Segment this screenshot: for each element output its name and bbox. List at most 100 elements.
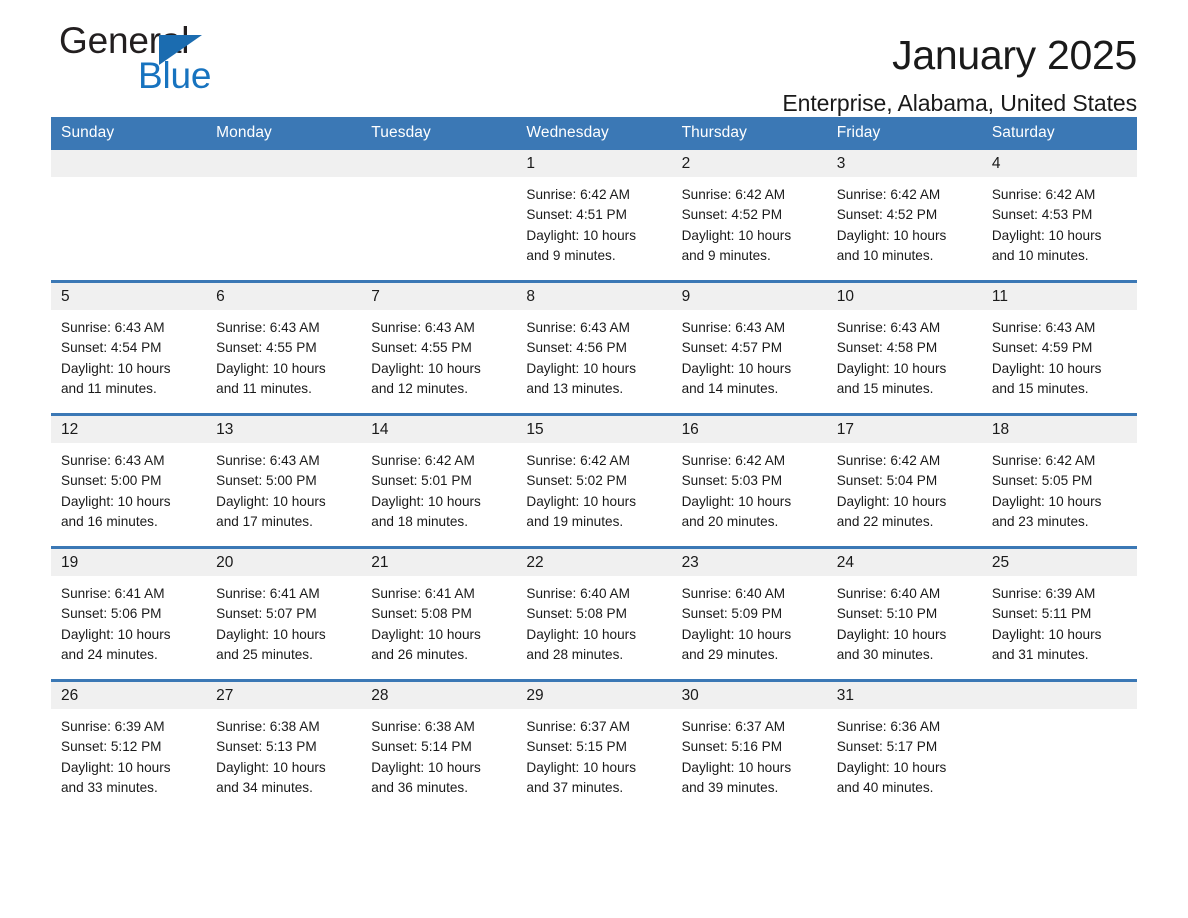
calendar-day-cell[interactable]: 21 Sunrise: 6:41 AM Sunset: 5:08 PM Dayligh…: [361, 546, 517, 681]
daylight-text-line1: Daylight: 10 hours: [836, 759, 947, 775]
calendar-day-cell[interactable]: 19 Sunrise: 6:41 AM Sunset: 5:06 PM Dayligh…: [51, 546, 207, 681]
general-blue-logo[interactable]: General Blue: [59, 22, 319, 108]
calendar-day-cell[interactable]: 12 Sunrise: 6:43 AM Sunset: 5:00 PM Dayligh…: [51, 413, 207, 548]
day-cell-inner: 24 Sunrise: 6:40 AM Sunset: 5:10 PM Dayligh…: [826, 549, 982, 679]
calendar-day-cell[interactable]: 9 Sunrise: 6:43 AM Sunset: 4:57 PM Daylight…: [671, 280, 827, 415]
calendar-day-cell[interactable]: 23 Sunrise: 6:40 AM Sunset: 5:09 PM Dayligh…: [671, 546, 827, 681]
day-number: 17: [826, 416, 982, 443]
calendar-day-cell[interactable]: 17 Sunrise: 6:42 AM Sunset: 5:04 PM Dayligh…: [826, 413, 982, 548]
daylight-text-line2: and 9 minutes.: [526, 247, 616, 263]
sunrise-text: Sunrise: 6:42 AM: [681, 453, 786, 468]
day-number: 2: [671, 150, 827, 177]
day-details: Sunrise: 6:43 AM Sunset: 5:00 PM Daylight:…: [51, 443, 206, 532]
sunrise-text: Sunrise: 6:43 AM: [991, 320, 1096, 335]
daylight-text-line1: Daylight: 10 hours: [216, 493, 326, 509]
calendar-day-cell[interactable]: 22 Sunrise: 6:40 AM Sunset: 5:08 PM Dayligh…: [516, 546, 672, 681]
calendar-day-cell[interactable]: 10 Sunrise: 6:43 AM Sunset: 4:58 PM Dayligh…: [826, 280, 982, 415]
calendar-day-cell[interactable]: 18 Sunrise: 6:42 AM Sunset: 5:05 PM Dayligh…: [981, 413, 1137, 548]
sunrise-text: Sunrise: 6:42 AM: [526, 453, 630, 468]
day-details: Sunrise: 6:40 AM Sunset: 5:10 PM Daylight:…: [827, 576, 982, 665]
sunset-text: Sunset: 4:56 PM: [526, 340, 627, 356]
sunset-text: Sunset: 4:53 PM: [991, 207, 1093, 223]
calendar-day-cell[interactable]: 28 Sunrise: 6:38 AM Sunset: 5:14 PM Dayligh…: [361, 679, 517, 812]
sunset-text: Sunset: 5:15 PM: [526, 739, 627, 755]
daylight-text-line1: Daylight: 10 hours: [216, 626, 326, 642]
day-number: 3: [826, 150, 982, 177]
calendar-day-cell[interactable]: 14 Sunrise: 6:42 AM Sunset: 5:01 PM Dayligh…: [361, 413, 517, 548]
day-number: 31: [826, 682, 982, 709]
day-number: 27: [206, 682, 362, 709]
day-cell-inner: 15 Sunrise: 6:42 AM Sunset: 5:02 PM Dayligh…: [516, 416, 672, 546]
day-cell-inner: 12 Sunrise: 6:43 AM Sunset: 5:00 PM Dayligh…: [51, 416, 207, 546]
calendar-day-cell[interactable]: 1 Sunrise: 6:42 AM Sunset: 4:51 PM Daylight…: [516, 150, 672, 282]
day-number: 16: [671, 416, 827, 443]
day-details: Sunrise: 6:42 AM Sunset: 5:03 PM Daylight:…: [672, 443, 827, 532]
sunrise-text: Sunrise: 6:43 AM: [681, 320, 786, 335]
daylight-text-line2: and 15 minutes.: [991, 380, 1089, 396]
day-number: 25: [981, 549, 1137, 576]
calendar-week-row: 5 Sunrise: 6:43 AM Sunset: 4:54 PM Daylight…: [51, 280, 1137, 415]
calendar-day-cell[interactable]: 5 Sunrise: 6:43 AM Sunset: 4:54 PM Daylight…: [51, 280, 207, 415]
sunset-text: Sunset: 4:52 PM: [836, 207, 938, 223]
calendar-day-cell[interactable]: 30 Sunrise: 6:37 AM Sunset: 5:16 PM Dayligh…: [671, 679, 827, 812]
daylight-text-line2: and 10 minutes.: [991, 247, 1089, 263]
sunset-text: Sunset: 5:14 PM: [371, 739, 472, 755]
day-number: 21: [361, 549, 517, 576]
daylight-text-line1: Daylight: 10 hours: [836, 227, 947, 243]
sunrise-text: Sunrise: 6:38 AM: [216, 719, 320, 734]
day-cell-inner: 31 Sunrise: 6:36 AM Sunset: 5:17 PM Dayligh…: [826, 682, 982, 812]
calendar-day-cell[interactable]: 27 Sunrise: 6:38 AM Sunset: 5:13 PM Dayligh…: [206, 679, 362, 812]
daylight-text-line1: Daylight: 10 hours: [836, 360, 947, 376]
calendar-day-cell[interactable]: 13 Sunrise: 6:43 AM Sunset: 5:00 PM Dayligh…: [206, 413, 362, 548]
sunrise-text: Sunrise: 6:40 AM: [681, 586, 786, 601]
calendar-day-cell[interactable]: 29 Sunrise: 6:37 AM Sunset: 5:15 PM Dayligh…: [516, 679, 672, 812]
calendar-day-cell[interactable]: 15 Sunrise: 6:42 AM Sunset: 5:02 PM Dayligh…: [516, 413, 672, 548]
calendar-day-cell[interactable]: 8 Sunrise: 6:43 AM Sunset: 4:56 PM Daylight…: [516, 280, 672, 415]
day-details: Sunrise: 6:37 AM Sunset: 5:15 PM Daylight:…: [516, 709, 671, 798]
day-number: 7: [361, 283, 517, 310]
calendar-day-cell[interactable]: 4 Sunrise: 6:42 AM Sunset: 4:53 PM Daylight…: [981, 150, 1137, 282]
sunrise-text: Sunrise: 6:43 AM: [526, 320, 630, 335]
day-number: [981, 682, 1137, 709]
day-number: 6: [206, 283, 362, 310]
day-cell-inner: 19 Sunrise: 6:41 AM Sunset: 5:06 PM Dayligh…: [51, 549, 207, 679]
calendar-day-cell[interactable]: 26 Sunrise: 6:39 AM Sunset: 5:12 PM Dayligh…: [51, 679, 207, 812]
sunrise-text: Sunrise: 6:42 AM: [836, 453, 941, 468]
day-number: 5: [51, 283, 207, 310]
day-details: Sunrise: 6:42 AM Sunset: 5:04 PM Daylight:…: [827, 443, 982, 532]
day-cell-inner: 1 Sunrise: 6:42 AM Sunset: 4:51 PM Daylight…: [516, 150, 672, 280]
daylight-text-line2: and 23 minutes.: [991, 513, 1089, 529]
day-details: Sunrise: 6:42 AM Sunset: 5:02 PM Daylight:…: [516, 443, 671, 532]
calendar-day-cell[interactable]: 2 Sunrise: 6:42 AM Sunset: 4:52 PM Daylight…: [671, 150, 827, 282]
calendar-day-cell[interactable]: 25 Sunrise: 6:39 AM Sunset: 5:11 PM Dayligh…: [981, 546, 1137, 681]
sunset-text: Sunset: 5:16 PM: [681, 739, 783, 755]
calendar-day-cell[interactable]: 20 Sunrise: 6:41 AM Sunset: 5:07 PM Dayligh…: [206, 546, 362, 681]
daylight-text-line1: Daylight: 10 hours: [371, 493, 481, 509]
sunrise-text: Sunrise: 6:37 AM: [526, 719, 630, 734]
calendar-day-cell[interactable]: 6 Sunrise: 6:43 AM Sunset: 4:55 PM Daylight…: [206, 280, 362, 415]
day-cell-inner: 8 Sunrise: 6:43 AM Sunset: 4:56 PM Daylight…: [516, 283, 672, 413]
day-cell-inner: 26 Sunrise: 6:39 AM Sunset: 5:12 PM Dayligh…: [51, 682, 207, 812]
daylight-text-line1: Daylight: 10 hours: [681, 626, 792, 642]
day-details: Sunrise: 6:40 AM Sunset: 5:09 PM Daylight:…: [672, 576, 827, 665]
calendar-day-cell[interactable]: 24 Sunrise: 6:40 AM Sunset: 5:10 PM Dayligh…: [826, 546, 982, 681]
calendar-day-cell[interactable]: 11 Sunrise: 6:43 AM Sunset: 4:59 PM Dayligh…: [981, 280, 1137, 415]
sunset-text: Sunset: 5:10 PM: [836, 606, 938, 622]
calendar-day-cell[interactable]: 3 Sunrise: 6:42 AM Sunset: 4:52 PM Daylight…: [826, 150, 982, 282]
sunset-text: Sunset: 5:00 PM: [61, 473, 162, 489]
day-details: Sunrise: 6:42 AM Sunset: 4:52 PM Daylight:…: [827, 177, 982, 266]
day-details: Sunrise: 6:38 AM Sunset: 5:13 PM Daylight:…: [206, 709, 361, 798]
sunset-text: Sunset: 4:54 PM: [61, 340, 162, 356]
day-cell-inner: [51, 150, 207, 280]
daylight-text-line1: Daylight: 10 hours: [836, 493, 947, 509]
calendar-day-cell[interactable]: 16 Sunrise: 6:42 AM Sunset: 5:03 PM Dayligh…: [671, 413, 827, 548]
day-details: Sunrise: 6:37 AM Sunset: 5:16 PM Daylight:…: [672, 709, 827, 798]
calendar-day-cell[interactable]: 7 Sunrise: 6:43 AM Sunset: 4:55 PM Daylight…: [361, 280, 517, 415]
sunrise-text: Sunrise: 6:41 AM: [216, 586, 320, 601]
day-details: Sunrise: 6:43 AM Sunset: 4:56 PM Daylight:…: [516, 310, 671, 399]
calendar-day-cell[interactable]: 31 Sunrise: 6:36 AM Sunset: 5:17 PM Dayligh…: [826, 679, 982, 812]
daylight-text-line1: Daylight: 10 hours: [836, 626, 947, 642]
sunset-text: Sunset: 5:01 PM: [371, 473, 472, 489]
day-number: 30: [671, 682, 827, 709]
day-cell-inner: 20 Sunrise: 6:41 AM Sunset: 5:07 PM Dayligh…: [206, 549, 362, 679]
